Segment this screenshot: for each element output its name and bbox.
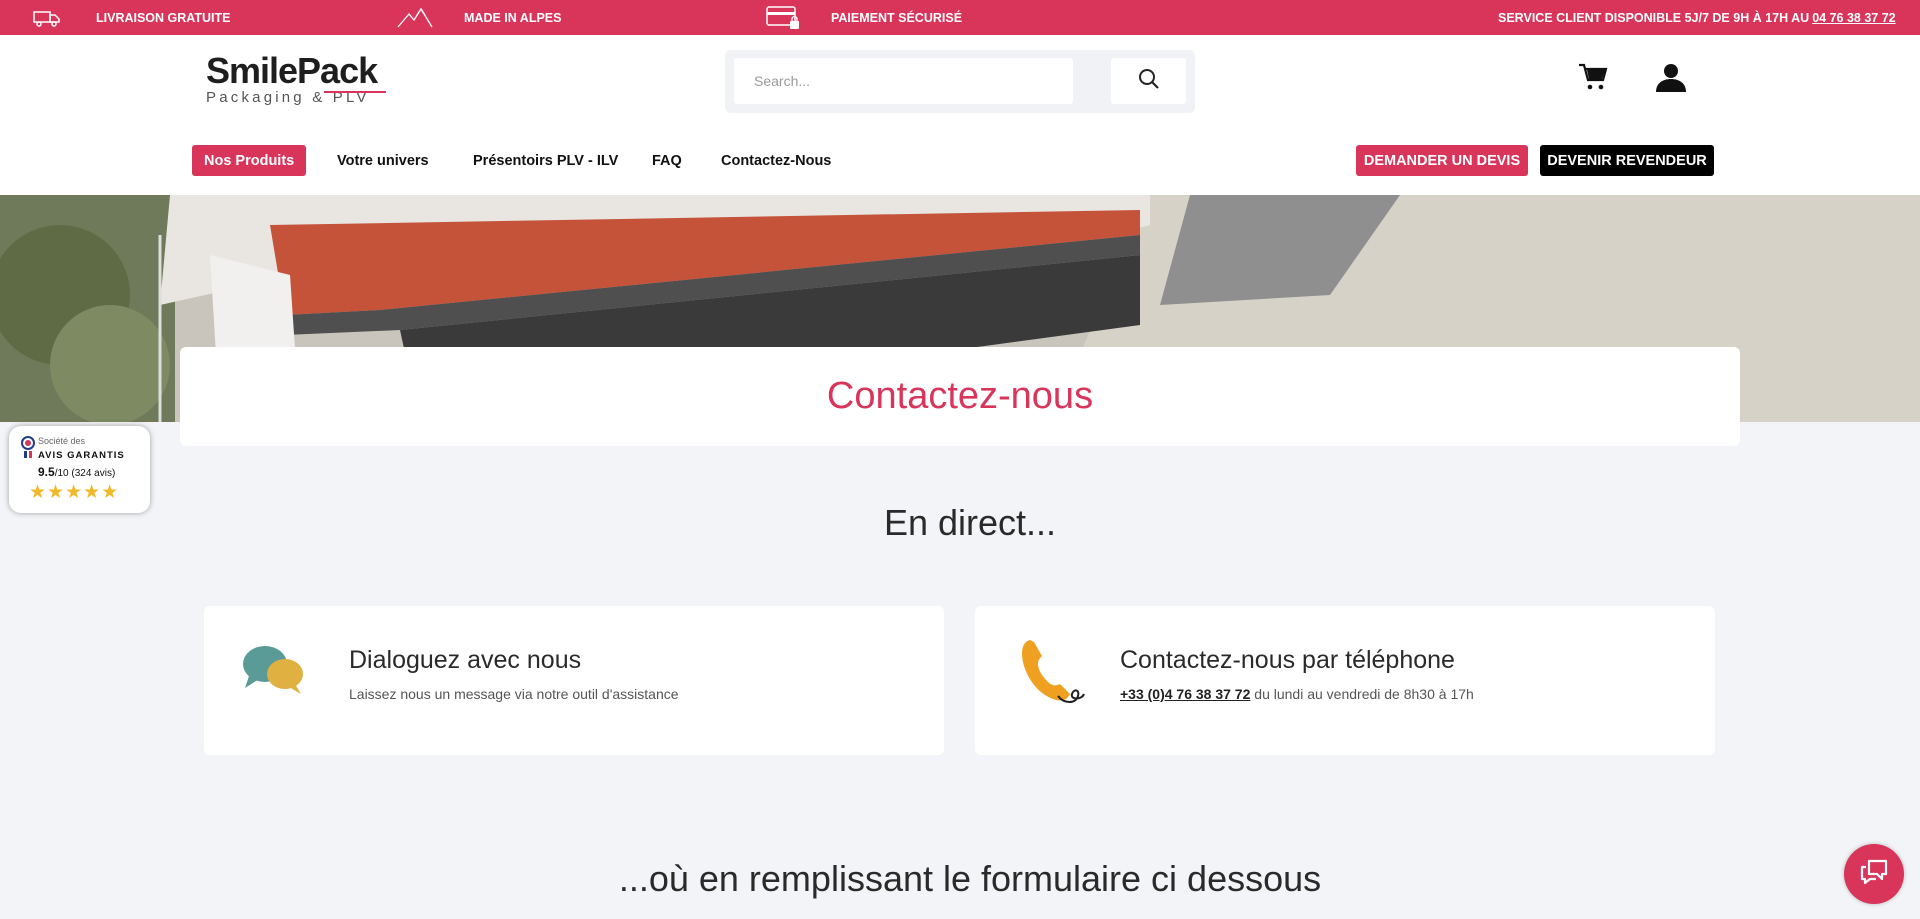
chat-bubbles-icon	[241, 644, 307, 701]
account-icon[interactable]	[1655, 63, 1687, 98]
top-info-bar: LIVRAISON GRATUITE MADE IN ALPES PAIEMEN…	[0, 0, 1920, 35]
page-title-card: Contactez-nous	[180, 347, 1740, 446]
delivery-truck-icon	[33, 9, 61, 30]
nav-item-votre-univers[interactable]: Votre univers	[337, 145, 429, 176]
request-quote-button[interactable]: DEMANDER UN DEVIS	[1356, 145, 1528, 176]
nav-item-faq[interactable]: FAQ	[652, 145, 682, 176]
search-input[interactable]	[734, 58, 1073, 104]
chat-card-title: Dialoguez avec nous	[349, 646, 582, 674]
reviews-score: 9.5/10 (324 avis)	[38, 465, 115, 479]
secure-payment-text: PAIEMENT SÉCURISÉ	[831, 10, 963, 25]
section-form-heading: ...où en remplissant le formulaire ci de…	[618, 858, 1322, 899]
secure-card-icon	[766, 6, 802, 33]
phone-icon	[1020, 638, 1086, 713]
made-in-alpes-text: MADE IN ALPES	[464, 10, 562, 25]
search-icon	[1138, 68, 1160, 95]
chat-card-subtitle: Laissez nous un message via notre outil …	[349, 686, 679, 702]
search-button[interactable]	[1111, 58, 1186, 104]
chat-card[interactable]: Dialoguez avec nous Laissez nous un mess…	[204, 606, 944, 755]
customer-service-phone-link[interactable]: 04 76 38 37 72	[1812, 11, 1895, 25]
nav-item-nos-produits[interactable]: Nos Produits	[192, 145, 307, 176]
reviews-logo-icon	[21, 436, 35, 465]
phone-card: Contactez-nous par téléphone +33 (0)4 76…	[975, 606, 1715, 755]
reviews-company-label: Société des	[38, 436, 86, 446]
customer-service-label: SERVICE CLIENT DISPONIBLE 5J/7 DE 9H À 1…	[1498, 10, 1810, 25]
free-shipping-text: LIVRAISON GRATUITE	[96, 10, 231, 25]
cart-icon[interactable]	[1578, 63, 1608, 96]
customer-service-text: SERVICE CLIENT DISPONIBLE 5J/7 DE 9H À 1…	[1498, 0, 1896, 35]
live-chat-button[interactable]	[1844, 844, 1904, 904]
phone-card-hours: du lundi au vendredi de 8h30 à 17h	[1250, 686, 1474, 702]
phone-card-number-link[interactable]: +33 (0)4 76 38 37 72	[1120, 686, 1250, 702]
nav-item-contact[interactable]: Contactez-Nous	[721, 145, 831, 176]
logo-underline	[324, 91, 386, 93]
reviews-score-value: 9.5	[38, 465, 55, 479]
mountain-icon	[397, 6, 433, 31]
logo-wordmark: SmilePack	[206, 50, 378, 91]
reviews-brand: AVIS GARANTIS	[38, 450, 125, 461]
reviews-score-suffix: /10 (324 avis)	[54, 468, 116, 479]
site-header: SmilePack Packaging & PLV Nos Produits V…	[0, 35, 1920, 195]
reviews-badge[interactable]: Société des AVIS GARANTIS 9.5/10 (324 av…	[9, 426, 150, 513]
section-direct-heading: En direct...	[883, 502, 1057, 543]
search-bar	[725, 50, 1195, 113]
become-reseller-button[interactable]: DEVENIR REVENDEUR	[1540, 145, 1714, 176]
phone-card-subtitle: +33 (0)4 76 38 37 72 du lundi au vendred…	[1120, 686, 1474, 702]
reviews-stars: ★★★★★	[29, 482, 120, 503]
smilepack-logo[interactable]: SmilePack Packaging & PLV	[206, 53, 386, 109]
phone-card-title: Contactez-nous par téléphone	[1120, 646, 1455, 674]
chat-icon	[1859, 858, 1889, 891]
nav-item-presentoirs[interactable]: Présentoirs PLV - ILV	[473, 145, 618, 176]
page-title: Contactez-nous	[826, 375, 1094, 417]
